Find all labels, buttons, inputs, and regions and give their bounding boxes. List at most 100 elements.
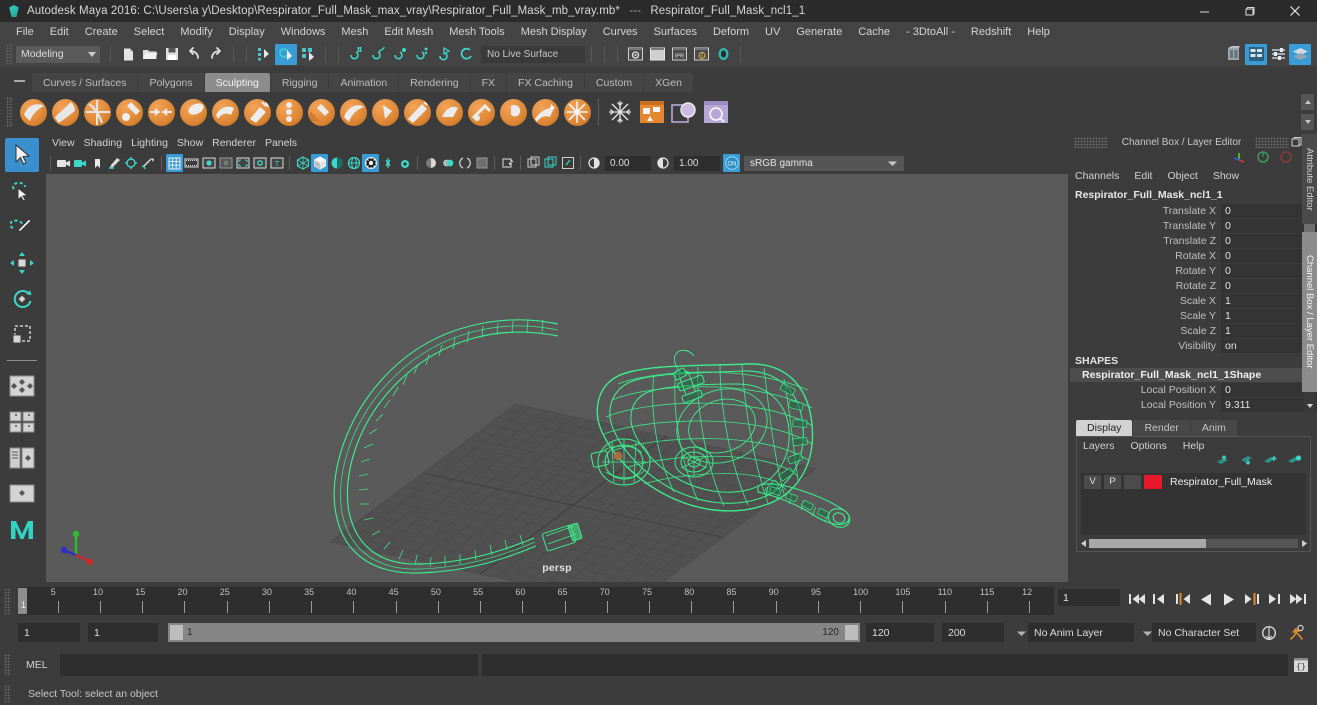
layer-menu-layers[interactable]: Layers	[1083, 440, 1115, 452]
wax-icon[interactable]	[337, 96, 369, 128]
spray-icon[interactable]	[241, 96, 273, 128]
select-by-object-icon[interactable]	[275, 43, 297, 65]
shelf-scroll-down-icon[interactable]	[1301, 114, 1314, 130]
scroll-right-icon[interactable]	[1298, 539, 1310, 548]
save-scene-icon[interactable]	[161, 44, 183, 65]
shadows-icon[interactable]	[379, 154, 396, 172]
gamma-icon[interactable]	[654, 154, 671, 172]
shelf-tab-xgen[interactable]: XGen	[644, 73, 693, 92]
safe-action-icon[interactable]	[251, 154, 268, 172]
textured-icon[interactable]	[345, 154, 362, 172]
ipr-render-icon[interactable]: IPR	[668, 44, 690, 65]
channel-box-menu-object[interactable]: Object	[1167, 170, 1197, 182]
redo-icon[interactable]	[205, 44, 227, 65]
channel-row[interactable]: Scale Z1	[1070, 323, 1317, 338]
scale-tool[interactable]	[5, 318, 39, 352]
sculpt-mirror-icon[interactable]	[700, 96, 732, 128]
snap-curve-icon[interactable]	[367, 44, 389, 65]
new-layer-icon[interactable]	[1263, 454, 1278, 470]
maximize-icon[interactable]	[1227, 0, 1272, 22]
open-scene-icon[interactable]	[139, 44, 161, 65]
channel-box-icon[interactable]	[1289, 43, 1311, 65]
time-slider[interactable]: 1 5 10 15 20 25 30 35 40 45 50 55 60 65 70 75 80 85 90 95 1…	[18, 587, 1054, 615]
viewport-menu-lighting[interactable]: Lighting	[131, 135, 177, 151]
viewport-menu-panels[interactable]: Panels	[265, 135, 306, 151]
animation-preferences-icon[interactable]	[1286, 622, 1308, 644]
menu-mesh[interactable]: Mesh	[333, 24, 376, 41]
viewport-3d-canvas[interactable]: persp	[46, 174, 1068, 582]
gamma-field[interactable]: 1.00	[674, 155, 720, 171]
toolbar-grip[interactable]	[6, 44, 13, 64]
undo-icon[interactable]	[183, 44, 205, 65]
step-forward-frame-icon[interactable]	[1241, 589, 1262, 609]
single-perspective-layout[interactable]	[5, 405, 39, 439]
lock-camera-icon[interactable]	[72, 154, 89, 172]
step-back-frame-icon[interactable]	[1172, 589, 1193, 609]
xray-joints-icon[interactable]	[499, 154, 516, 172]
time-slider-grip[interactable]	[4, 588, 11, 614]
menu-cache[interactable]: Cache	[850, 24, 898, 41]
sculpt-tool-settings-icon[interactable]	[636, 96, 668, 128]
amplify-icon[interactable]	[529, 96, 561, 128]
xray-icon[interactable]	[473, 154, 490, 172]
snap-grid-icon[interactable]	[345, 44, 367, 65]
sculpt-layer-icon[interactable]	[668, 96, 700, 128]
animation-end-field[interactable]: 200	[942, 623, 1004, 642]
layer-tab-display[interactable]: Display	[1076, 420, 1133, 436]
channel-box-menu-channels[interactable]: Channels	[1075, 170, 1119, 182]
command-language-label[interactable]: MEL	[26, 659, 48, 671]
scroll-left-icon[interactable]	[1077, 539, 1089, 548]
script-editor-icon[interactable]: {}	[1290, 654, 1312, 676]
menu-redshift[interactable]: Redshift	[963, 24, 1019, 41]
smear-icon[interactable]	[465, 96, 497, 128]
viewport-menu-shading[interactable]: Shading	[84, 135, 132, 151]
live-surface-field[interactable]: No Live Surface	[481, 45, 585, 63]
manipulator-axis-icon[interactable]	[1231, 150, 1247, 167]
layer-menu-options[interactable]: Options	[1131, 440, 1167, 452]
channel-row[interactable]: Translate Y0	[1070, 218, 1317, 233]
channel-box-menu-show[interactable]: Show	[1213, 170, 1239, 182]
auto-keyframe-icon[interactable]	[1258, 622, 1280, 644]
channel-row[interactable]: Local Position X0	[1070, 382, 1317, 397]
channel-row[interactable]: Rotate X0	[1070, 248, 1317, 263]
menu-select[interactable]: Select	[126, 24, 173, 41]
render-current-frame-icon[interactable]	[624, 44, 646, 65]
hypershade-icon[interactable]	[712, 44, 734, 65]
resolution-gate-icon[interactable]	[200, 154, 217, 172]
help-line-grip[interactable]	[4, 685, 11, 702]
grab-icon[interactable]	[113, 96, 145, 128]
select-by-hierarchy-icon[interactable]	[253, 44, 275, 65]
motion-blur-icon[interactable]	[422, 154, 439, 172]
make-live-icon[interactable]	[455, 44, 477, 65]
menu-curves[interactable]: Curves	[595, 24, 646, 41]
tool-settings-icon[interactable]	[1267, 44, 1289, 65]
menu-uv[interactable]: UV	[757, 24, 788, 41]
anim-layer-selector[interactable]: No Anim Layer	[1028, 623, 1134, 642]
screen-space-ao-icon[interactable]	[396, 154, 413, 172]
multisample-icon[interactable]	[439, 154, 456, 172]
menu-surfaces[interactable]: Surfaces	[646, 24, 705, 41]
select-by-component-icon[interactable]	[297, 44, 319, 65]
knife-icon[interactable]	[433, 96, 465, 128]
chevron-down-icon[interactable]	[880, 155, 904, 171]
layer-list-scrollbar[interactable]	[1077, 538, 1310, 549]
show-hide-editors-icon[interactable]	[1223, 44, 1245, 65]
channel-row[interactable]: Translate Z0	[1070, 233, 1317, 248]
shelf-tab-fx-caching[interactable]: FX Caching	[507, 73, 584, 92]
channel-row[interactable]: Rotate Y0	[1070, 263, 1317, 278]
film-origin-icon[interactable]	[234, 154, 251, 172]
channel-row[interactable]: Local Position Y 9.311	[1070, 397, 1317, 412]
shelf-scroll-up-icon[interactable]	[1301, 94, 1314, 110]
current-frame-field[interactable]: 1	[1058, 589, 1120, 606]
panel-drag-dots[interactable]	[1255, 136, 1289, 148]
channel-box-menu-edit[interactable]: Edit	[1134, 170, 1152, 182]
layer-menu-help[interactable]: Help	[1183, 440, 1205, 452]
rotate-tool[interactable]	[5, 282, 39, 316]
menu-edit-mesh[interactable]: Edit Mesh	[376, 24, 441, 41]
snap-projected-icon[interactable]	[411, 44, 433, 65]
lasso-select-tool[interactable]	[5, 174, 39, 208]
move-layer-down-icon[interactable]	[1239, 454, 1254, 470]
go-to-end-icon[interactable]	[1287, 589, 1308, 609]
exposure-icon[interactable]	[585, 154, 602, 172]
shelf-tab-custom[interactable]: Custom	[584, 73, 644, 92]
